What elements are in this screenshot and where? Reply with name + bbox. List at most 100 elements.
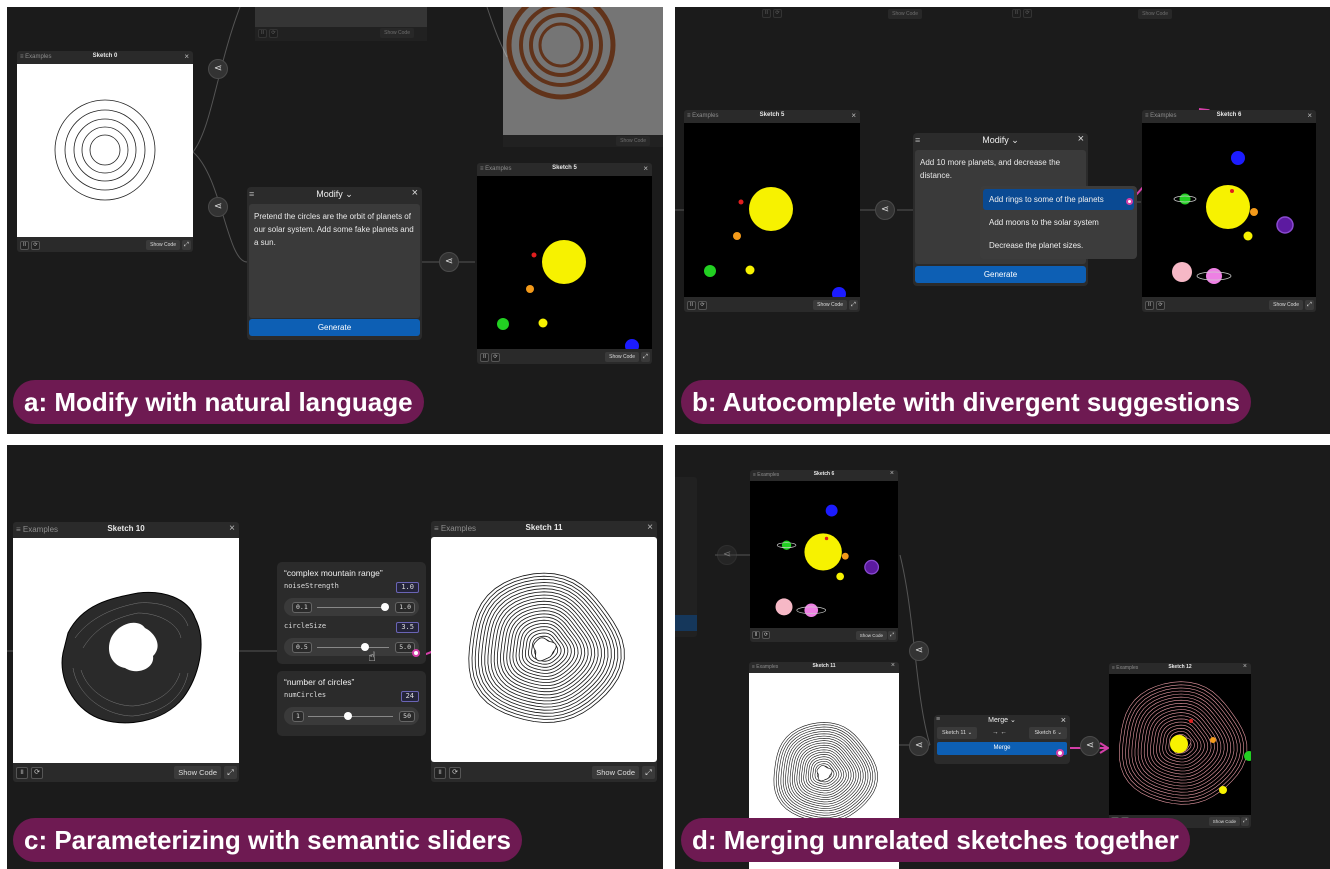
circle-size-slider[interactable]: 0.5 5.0 xyxy=(284,638,419,656)
share-icon[interactable]: ⋖ xyxy=(875,200,895,220)
expand-icon[interactable]: ⤢ xyxy=(849,300,858,310)
panel-c: ≡ Examples Sketch 10 × II ⟳ Show Code ⤢ xyxy=(7,445,663,869)
slider-max[interactable]: 1.0 xyxy=(395,602,415,613)
param-value[interactable]: 1.0 xyxy=(396,582,419,593)
ghost-sketch-top: II ⟳ Show Code xyxy=(759,7,935,21)
suggestion-item[interactable]: Add rings to some of the planets xyxy=(983,189,1134,210)
sketch-title: Sketch 11 xyxy=(525,523,563,532)
sketch-10-card[interactable]: ≡ Examples Sketch 10 × II ⟳ Show Code ⤢ xyxy=(13,522,239,782)
show-code-button[interactable]: Show Code xyxy=(146,240,180,250)
close-icon[interactable]: × xyxy=(891,662,895,669)
sketch-0-card[interactable]: ≡ Examples Sketch 0 × II ⟳ Show Code ⤢ xyxy=(17,51,193,252)
panel-b: II ⟳ Show Code II ⟳ Show Code ≡ Examples… xyxy=(675,7,1330,434)
slider-knob[interactable] xyxy=(381,603,390,611)
modify-dialog: ≡ Modify ⌄ × Pretend the circles are the… xyxy=(247,187,422,340)
restart-icon[interactable]: ⟳ xyxy=(31,767,43,779)
restart-icon[interactable]: ⟳ xyxy=(762,631,770,639)
share-icon[interactable]: ⋖ xyxy=(1080,736,1100,756)
close-icon[interactable]: × xyxy=(643,164,648,173)
close-icon[interactable]: × xyxy=(851,111,856,120)
connector-dot[interactable] xyxy=(412,649,420,657)
slider-min[interactable]: 0.5 xyxy=(292,642,312,653)
param-name: circleSize xyxy=(284,622,327,630)
merged-sketch-canvas xyxy=(1118,681,1251,805)
close-icon[interactable]: × xyxy=(1061,715,1066,725)
sketch-6-card[interactable]: ≡ Examples Sketch 6 × II ⟳ Show Code ⤢ xyxy=(750,470,898,642)
slider-min[interactable]: 0.1 xyxy=(292,602,312,613)
num-circles-slider[interactable]: 1 50 xyxy=(284,707,419,725)
restart-icon[interactable]: ⟳ xyxy=(698,301,707,310)
prompt-textarea[interactable]: Pretend the circles are the orbit of pla… xyxy=(249,204,420,318)
share-icon[interactable]: ⋖ xyxy=(909,736,929,756)
close-icon[interactable]: × xyxy=(412,187,418,199)
close-icon[interactable]: × xyxy=(229,523,235,534)
pause-icon[interactable]: II xyxy=(480,353,489,362)
generate-button[interactable]: Generate xyxy=(249,319,420,336)
expand-icon[interactable]: ⤢ xyxy=(641,352,650,362)
share-icon[interactable]: ⋖ xyxy=(909,641,929,661)
merge-left-select[interactable]: Sketch 11 ⌄ xyxy=(937,727,978,739)
ghost-node xyxy=(675,477,697,637)
show-code-button[interactable]: Show Code xyxy=(855,631,887,640)
modify-dropdown[interactable]: Modify ⌄ xyxy=(913,135,1088,146)
sketch-title: Sketch 6 xyxy=(1216,112,1242,118)
sketch-canvas xyxy=(17,64,193,237)
connector-dot[interactable] xyxy=(1126,198,1133,205)
share-icon[interactable]: ⋖ xyxy=(208,197,228,217)
param-value[interactable]: 24 xyxy=(400,691,419,702)
close-icon[interactable]: × xyxy=(1078,133,1084,145)
slider-max[interactable]: 50 xyxy=(399,711,415,722)
slider-min[interactable]: 1 xyxy=(292,711,304,722)
close-icon[interactable]: × xyxy=(1243,663,1247,670)
generate-button[interactable]: Generate xyxy=(915,266,1086,283)
show-code-button[interactable]: Show Code xyxy=(813,300,847,310)
merge-dropdown[interactable]: Merge ⌄ xyxy=(934,716,1070,724)
pause-icon[interactable]: II xyxy=(434,767,446,779)
merge-button[interactable]: Merge xyxy=(937,742,1067,755)
sketch-6-card[interactable]: ≡ Examples Sketch 6 × II ⟳ Show Code ⤢ xyxy=(1142,110,1316,312)
restart-icon[interactable]: ⟳ xyxy=(449,767,461,779)
expand-icon[interactable]: ⤢ xyxy=(182,240,191,250)
close-icon[interactable]: × xyxy=(890,470,894,477)
sketch-5-card[interactable]: ≡ Examples Sketch 5 × II ⟳ Show Code ⤢ xyxy=(477,163,652,364)
show-code-button[interactable]: Show Code xyxy=(605,352,639,362)
pause-icon[interactable]: II xyxy=(687,301,696,310)
sketch-12-card[interactable]: ≡ Examples Sketch 12 × II ⟳ Show Code ⤢ xyxy=(1109,663,1251,828)
merge-arrows: → ← xyxy=(992,729,1007,736)
show-code-button[interactable]: Show Code xyxy=(1269,300,1303,310)
show-code-button[interactable]: Show Code xyxy=(1208,817,1240,826)
expand-icon[interactable]: ⤢ xyxy=(1305,300,1314,310)
ghost-show-code: Show Code xyxy=(380,28,414,38)
pause-icon[interactable]: II xyxy=(20,241,29,250)
panel-d: ⋖ ≡ Examples Sketch 6 × II ⟳ Show Code ⤢… xyxy=(675,445,1330,869)
expand-icon[interactable]: ⤢ xyxy=(888,631,896,640)
sketch-5-card[interactable]: ≡ Examples Sketch 5 × II ⟳ Show Code ⤢ xyxy=(684,110,860,312)
share-icon[interactable]: ⋖ xyxy=(439,252,459,272)
param-name: noiseStrength xyxy=(284,582,339,590)
restart-icon[interactable]: ⟳ xyxy=(491,353,500,362)
slider-knob[interactable] xyxy=(343,712,352,720)
suggestion-item[interactable]: Decrease the planet sizes. xyxy=(983,235,1134,256)
expand-icon[interactable]: ⤢ xyxy=(1241,817,1249,826)
modify-dropdown[interactable]: Modify ⌄ xyxy=(247,189,422,200)
pause-icon[interactable]: II xyxy=(1145,301,1154,310)
merge-right-select[interactable]: Sketch 6 ⌄ xyxy=(1029,727,1067,739)
restart-icon[interactable]: ⟳ xyxy=(31,241,40,250)
param-value[interactable]: 3.5 xyxy=(396,622,419,633)
restart-icon[interactable]: ⟳ xyxy=(1156,301,1165,310)
share-icon[interactable]: ⋖ xyxy=(208,59,228,79)
close-icon[interactable]: × xyxy=(184,52,189,61)
connector-dot[interactable] xyxy=(1056,749,1064,757)
close-icon[interactable]: × xyxy=(647,522,653,533)
show-code-button[interactable]: Show Code xyxy=(592,766,639,779)
pause-icon[interactable]: II xyxy=(752,631,760,639)
sketch-11-card[interactable]: ≡ Examples Sketch 11 × II ⟳ Show Code ⤢ xyxy=(431,521,657,782)
expand-icon[interactable]: ⤢ xyxy=(642,766,655,779)
close-icon[interactable]: × xyxy=(1307,111,1312,120)
pause-icon[interactable]: II xyxy=(16,767,28,779)
suggestion-item[interactable]: Add moons to the solar system xyxy=(983,212,1134,233)
ghost-sketch-right: Show Code xyxy=(503,7,663,147)
show-code-button[interactable]: Show Code xyxy=(174,766,221,779)
expand-icon[interactable]: ⤢ xyxy=(224,766,237,779)
noise-strength-slider[interactable]: 0.1 1.0 xyxy=(284,598,419,616)
